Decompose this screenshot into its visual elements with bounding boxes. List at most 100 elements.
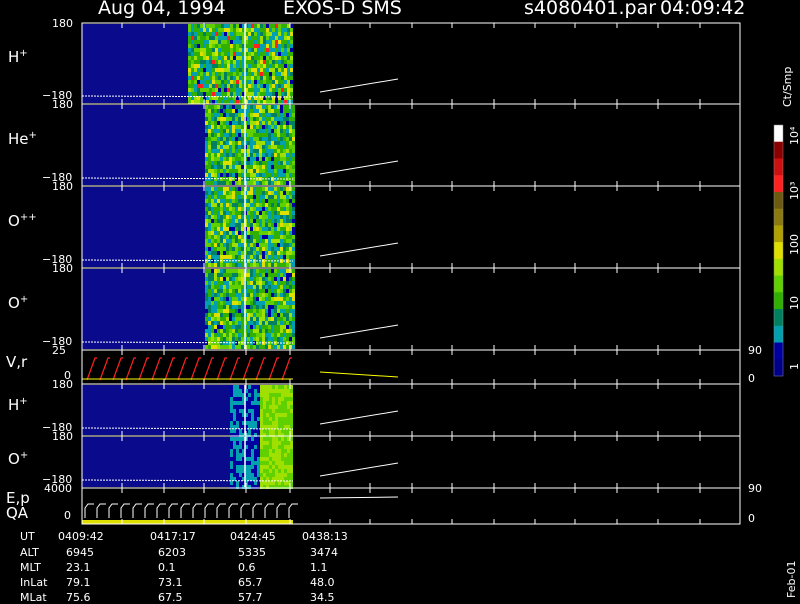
spectrogram-cell	[247, 121, 250, 125]
spectrogram-cell	[236, 473, 239, 477]
spectrogram-cell	[263, 28, 266, 32]
spectrogram-cell	[208, 235, 211, 239]
spectrogram-cell	[223, 243, 226, 247]
spectrogram-cell	[209, 24, 212, 28]
spectrogram-cell	[229, 105, 232, 109]
spectrogram-cell	[278, 389, 281, 393]
spectrogram-cell	[238, 273, 241, 277]
panel-label-charge: +	[19, 48, 28, 59]
spectrogram-cell	[250, 181, 253, 185]
spectrogram-cell	[247, 105, 250, 109]
spectrogram-cell	[238, 235, 241, 239]
spectrogram-cell	[287, 40, 290, 44]
spectrogram-cell	[281, 76, 284, 80]
spectrogram-cell	[227, 56, 230, 60]
spectrogram-cell	[277, 235, 280, 239]
spectrogram-cell	[224, 32, 227, 36]
spectrogram-cell	[283, 305, 286, 309]
spectrogram-cell	[278, 465, 281, 469]
spectrogram-cell	[239, 72, 242, 76]
spectrogram-cell	[269, 28, 272, 32]
spectrogram-cell	[259, 195, 262, 199]
spectrogram-cell	[268, 199, 271, 203]
spectrogram-cell	[226, 109, 229, 113]
spectrogram-cell	[253, 133, 256, 137]
spectrogram-cell	[253, 219, 256, 223]
spectrogram-cell	[253, 235, 256, 239]
spectrogram-cell	[212, 68, 215, 72]
spectrogram-cell	[262, 149, 265, 153]
spectrogram-cell	[281, 465, 284, 469]
spectrogram-cell	[281, 437, 284, 441]
spectrogram-cell	[218, 52, 221, 56]
spectrogram-cell	[239, 88, 242, 92]
spectrogram-cell	[254, 445, 257, 449]
spectrogram-cell	[214, 133, 217, 137]
spectrogram-cell	[200, 92, 203, 96]
spectrogram-cell	[259, 113, 262, 117]
spectrogram-cell	[283, 301, 286, 305]
spectrogram-cell	[266, 405, 269, 409]
spectrogram-cell	[226, 293, 229, 297]
spectrogram-cell	[251, 389, 254, 393]
spectrogram-cell	[274, 207, 277, 211]
velocity-trace	[190, 357, 201, 381]
spectrogram-cell	[236, 36, 239, 40]
spectrogram-cell	[257, 481, 260, 485]
spectrogram-cell	[289, 231, 292, 235]
spectrogram-cell	[265, 289, 268, 293]
spectrogram-cell	[229, 153, 232, 157]
spectrogram-cell	[200, 100, 203, 104]
spectrogram-cell	[277, 231, 280, 235]
spectrogram-cell	[209, 60, 212, 64]
spectrogram-cell	[280, 321, 283, 325]
spectrogram-cell	[247, 243, 250, 247]
spectrogram-cell	[235, 325, 238, 329]
spectrogram-cell	[274, 165, 277, 169]
spectrogram-cell	[230, 28, 233, 32]
spectrogram-cell	[284, 437, 287, 441]
spectrogram-cell	[265, 133, 268, 137]
spectrogram-cell	[272, 72, 275, 76]
spectrogram-cell	[265, 105, 268, 109]
spectrogram-cell	[262, 285, 265, 289]
spectrogram-cell	[220, 195, 223, 199]
spectrogram-cell	[253, 293, 256, 297]
spectrogram-cell	[229, 211, 232, 215]
spectrogram-cell	[194, 100, 197, 104]
spectrogram-cell	[188, 100, 191, 104]
spectrogram-cell	[284, 40, 287, 44]
spectrogram-cell	[238, 161, 241, 165]
spectrogram-cell	[239, 461, 242, 465]
spectrogram-cell	[247, 325, 250, 329]
spectrogram-cell	[292, 121, 295, 125]
spectrogram-cell	[229, 305, 232, 309]
spectrogram-cell	[277, 153, 280, 157]
spectrogram-cell	[266, 453, 269, 457]
spectrogram-cell	[203, 28, 206, 32]
spectrogram-cell	[287, 461, 290, 465]
spectrogram-cell	[256, 219, 259, 223]
spectrogram-cell	[254, 469, 257, 473]
spectrogram-cell	[230, 48, 233, 52]
spectrogram-cell	[271, 321, 274, 325]
footer-side-label: Feb-01 2AA32L	[785, 555, 800, 598]
spectrogram-cell	[263, 441, 266, 445]
spectrogram-cell	[238, 297, 241, 301]
spectrogram-cell	[236, 40, 239, 44]
spectrogram-cell	[215, 88, 218, 92]
spectrogram-cell	[280, 251, 283, 255]
spectrogram-cell	[229, 235, 232, 239]
spectrogram-cell	[286, 219, 289, 223]
spectrogram-cell	[289, 169, 292, 173]
colorbar-swatch	[774, 175, 783, 193]
spectrogram-cell	[277, 173, 280, 177]
spectrogram-cell	[272, 84, 275, 88]
spectrogram-cell	[194, 44, 197, 48]
spectrogram-cell	[223, 161, 226, 165]
spectrogram-cell	[214, 321, 217, 325]
spectrogram-cell	[233, 28, 236, 32]
spectrogram-cell	[230, 413, 233, 417]
y-tick-top: 25	[52, 344, 66, 357]
spectrogram-cell	[287, 64, 290, 68]
